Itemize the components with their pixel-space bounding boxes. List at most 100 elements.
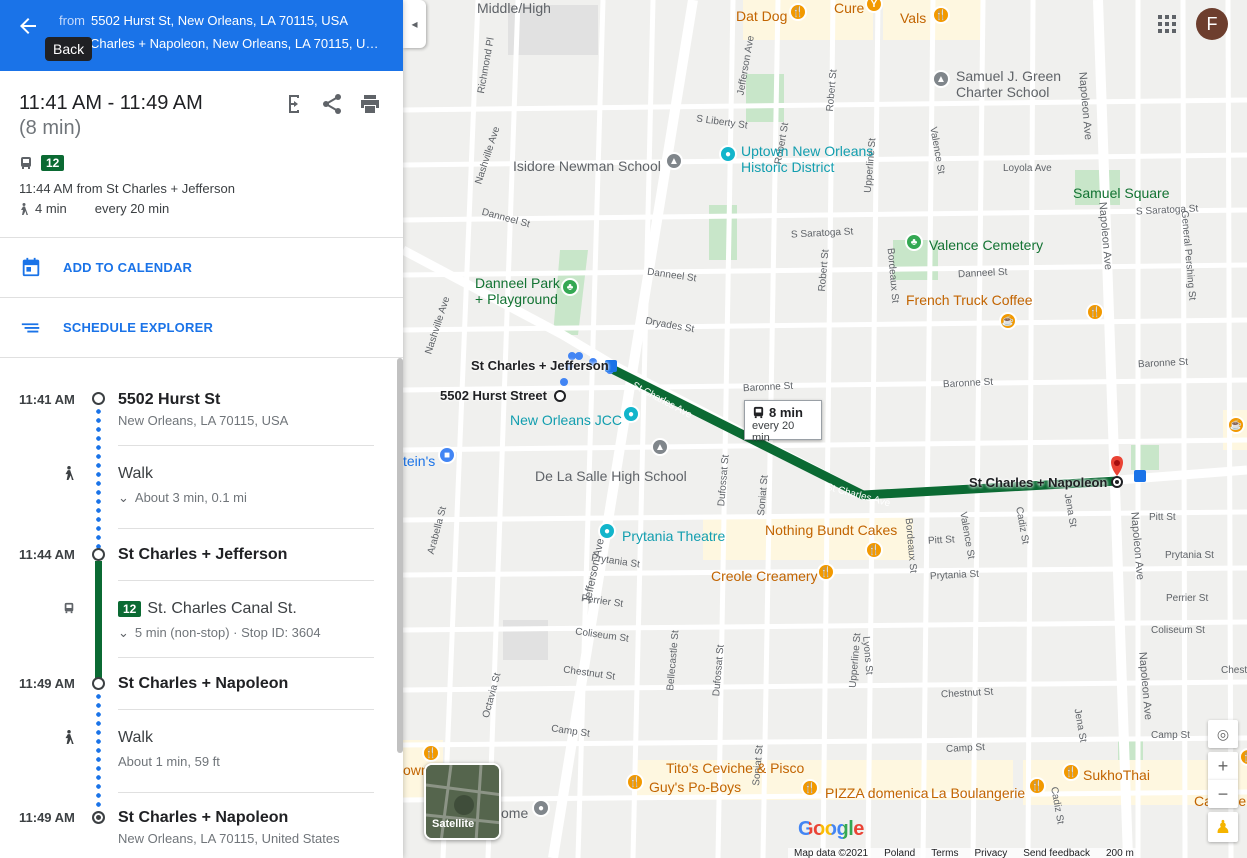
terms-link[interactable]: Terms [931,848,958,858]
end-node [92,811,105,824]
apps-grid-icon[interactable] [1155,12,1179,36]
add-to-calendar-label: ADD TO CALENDAR [63,260,193,275]
place-label[interactable]: La Boulangerie [931,785,1025,801]
board-stop-label[interactable]: St Charles + Jefferson [471,358,609,373]
place-label[interactable]: De La Salle High School [535,468,687,484]
place-label[interactable]: Vals [900,10,926,26]
alight-stop-label[interactable]: St Charles + Napoleon [969,475,1107,490]
place-label[interactable]: New Orleans JCC [510,412,622,428]
walk-details-expander[interactable]: ⌄ About 3 min, 0.1 mi [118,490,247,506]
cafe-pin-icon[interactable]: ☕ [1227,416,1245,434]
send-to-phone-icon[interactable] [282,92,306,116]
place-label: + Playground [475,291,558,307]
route-summary-line: 12 [19,155,65,171]
my-location-icon: ◎ [1216,725,1230,742]
school-pin-icon[interactable]: ▲ [651,438,669,456]
ride-details-expander[interactable]: ⌄ 5 min (non-stop) · Stop ID: 3604 [118,625,321,641]
bakery-pin-icon[interactable]: 🍴 [865,541,883,559]
destination-address[interactable]: Charles + Napoleon, New Orleans, LA 7011… [90,36,380,51]
place-label[interactable]: Isidore Newman School [513,158,661,174]
print-icon[interactable] [358,92,382,116]
share-icon[interactable] [320,92,344,116]
place-label[interactable]: Guy's Po-Boys [649,779,741,795]
send-feedback-link[interactable]: Send feedback [1023,848,1090,858]
panel-scrollbar[interactable] [397,358,403,753]
place-label[interactable]: SukhoThai [1083,767,1150,783]
directions-header: from 5502 Hurst St, New Orleans, LA 70115… [0,0,403,71]
scale-bar[interactable]: 200 m [1106,848,1134,858]
zoom-out-button[interactable]: − [1208,780,1238,808]
schedule-explorer-button[interactable]: SCHEDULE EXPLORER [0,298,403,356]
school-pin-icon[interactable]: ▲ [665,152,683,170]
theatre-pin-icon[interactable]: ● [598,522,616,540]
origin-label[interactable]: 5502 Hurst Street [440,388,547,403]
restaurant-pin-icon[interactable]: 🍴 [626,773,644,791]
start-time: 11:41 AM [19,392,75,407]
my-location-button[interactable]: ◎ [1208,720,1238,748]
origin-text[interactable]: from 5502 Hurst St, New Orleans, LA 70115… [59,13,389,28]
place-pin-icon[interactable]: ● [532,799,550,817]
place-label[interactable]: Danneel Park [475,275,560,291]
school-pin-icon[interactable]: ▲ [932,70,950,88]
restaurant-pin-icon[interactable]: 🍴 [801,779,819,797]
place-label[interactable]: Prytania Theatre [622,528,725,544]
restaurant-pin-icon[interactable]: 🍴 [422,744,440,762]
place-label[interactable]: Nothing Bundt Cakes [765,522,897,538]
place-label[interactable]: Uptown New Orleans [741,143,873,159]
schedule-explorer-label: SCHEDULE EXPLORER [63,320,214,335]
place-label[interactable]: Creole Creamery [711,568,818,584]
divider [118,528,374,529]
place-label: ome [501,805,529,821]
place-label[interactable]: Middle/High [477,0,551,16]
street-label: Loyola Ave [1003,163,1052,174]
account-avatar[interactable]: F [1196,8,1228,40]
place-label[interactable]: Tito's Ceviche & Pisco [666,760,804,776]
place-label[interactable]: Samuel Square [1073,185,1170,201]
collapse-panel-button[interactable]: ◂ [403,0,426,48]
satellite-toggle[interactable]: Satellite [424,763,501,840]
place-label[interactable]: tein's [403,453,435,469]
start-place[interactable]: 5502 Hurst St [118,391,220,409]
street-label: Chestnut St [1221,665,1247,676]
alight-stop[interactable]: St Charles + Napoleon [118,675,288,693]
back-arrow-icon[interactable] [14,14,42,38]
trip-time-range: 11:41 AM - 11:49 AM [19,92,203,114]
directions-panel: from 5502 Hurst St, New Orleans, LA 70115… [0,0,403,858]
country-link[interactable]: Poland [884,848,915,858]
schedule-list-icon [21,323,40,333]
alight-node [92,677,105,690]
board-node [92,548,105,561]
end-place[interactable]: St Charles + Napoleon [118,809,288,827]
board-stop[interactable]: St Charles + Jefferson [118,546,287,564]
shopping-pin-icon[interactable]: ■ [438,446,456,464]
transit-info-bubble[interactable]: 8 min every 20 min [744,400,822,444]
restaurant-pin-icon[interactable]: 🍴 [1062,763,1080,781]
restaurant-pin-icon[interactable]: 🍴 [789,3,807,21]
place-label[interactable]: Samuel J. Green [956,68,1061,84]
landmark-pin-icon[interactable]: ● [719,145,737,163]
plus-icon: + [1217,755,1229,776]
bubble-time: 8 min [769,405,803,420]
map-canvas[interactable]: Jefferson Ave Jefferson Ave Napoleon Ave… [403,0,1247,858]
place-label[interactable]: French Truck Coffee [906,292,1033,308]
start-address: New Orleans, LA 70115, USA [118,413,289,428]
restaurant-pin-icon[interactable]: 🍴 [932,6,950,24]
icecream-pin-icon[interactable]: 🍴 [817,563,835,581]
end-address: New Orleans, LA 70115, United States [118,831,340,846]
street-view-pegman[interactable]: ♟ [1208,812,1238,842]
place-label[interactable]: Dat Dog [736,8,787,24]
walk-path-dots [96,692,101,810]
bakery-pin-icon[interactable]: 🍴 [1028,777,1046,795]
landmark-pin-icon[interactable]: ● [622,405,640,423]
zoom-in-button[interactable]: + [1208,752,1238,780]
park-pin-icon[interactable]: ♣ [561,278,579,296]
place-label[interactable]: PIZZA domenica [825,785,929,801]
place-label[interactable]: Valence Cemetery [929,237,1043,253]
add-to-calendar-button[interactable]: ADD TO CALENDAR [0,238,403,296]
cafe-pin-icon[interactable]: ☕ [999,312,1017,330]
privacy-link[interactable]: Privacy [974,848,1007,858]
place-label: Charter School [956,84,1050,100]
cemetery-pin-icon[interactable]: ♣ [905,233,923,251]
restaurant-pin-icon[interactable]: 🍴 [1086,303,1104,321]
place-label[interactable]: Cure [834,0,864,16]
